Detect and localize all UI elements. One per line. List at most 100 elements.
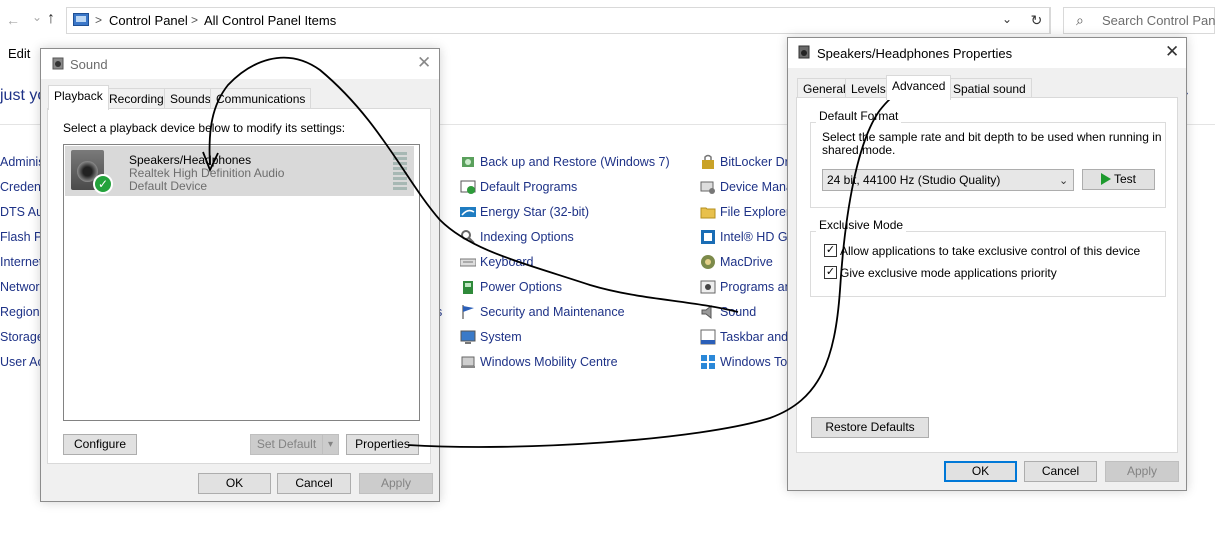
cp-item-default-programs[interactable]: Default Programs <box>460 179 577 195</box>
sound-titlebar[interactable]: Sound ✕ <box>41 49 439 79</box>
device-manager-icon <box>700 179 716 195</box>
tab-recording[interactable]: Recording <box>103 88 170 109</box>
menu-edit[interactable]: Edit <box>8 46 30 61</box>
search-input[interactable]: Search Control Panel <box>1102 13 1215 28</box>
cp-item-file-explorer[interactable]: File Explorer <box>700 204 790 220</box>
apply-button: Apply <box>359 473 433 494</box>
bitlocker-icon <box>700 154 716 170</box>
refresh-button[interactable]: ↻ <box>1024 7 1050 34</box>
programs-icon <box>700 279 716 295</box>
breadcrumb-all-items[interactable]: All Control Panel Items <box>204 13 336 28</box>
search-box[interactable]: ⌕ Search Control Panel <box>1063 7 1215 34</box>
cp-item-system[interactable]: System <box>460 329 522 345</box>
cp-item-label: Indexing Options <box>480 230 574 244</box>
cp-item-label: Device Mana <box>720 180 793 194</box>
exclusive-mode-legend: Exclusive Mode <box>816 218 907 232</box>
device-name: Speakers/Headphones <box>129 153 252 167</box>
cp-item-device-manager[interactable]: Device Mana <box>700 179 793 195</box>
playback-panel: Select a playback device below to modify… <box>47 108 431 464</box>
cp-item-storage[interactable]: Storage <box>0 330 44 344</box>
cancel-button[interactable]: Cancel <box>277 473 351 494</box>
cp-item-energy-star[interactable]: Energy Star (32-bit) <box>460 204 589 220</box>
cp-item-region[interactable]: Region <box>0 305 40 319</box>
cp-item-bitlocker[interactable]: BitLocker Dri <box>700 154 792 170</box>
cp-item-label: Intel® HD Gr <box>720 230 792 244</box>
cp-item-internet[interactable]: Internet <box>0 255 42 269</box>
cp-item-taskbar[interactable]: Taskbar and N <box>700 329 801 345</box>
tab-label: Communications <box>216 92 306 106</box>
cancel-button[interactable]: Cancel <box>1024 461 1097 482</box>
device-listbox[interactable]: ✓ Speakers/Headphones Realtek High Defin… <box>63 144 420 421</box>
advanced-panel: Default Format Select the sample rate an… <box>796 97 1178 453</box>
tab-communications[interactable]: Communications <box>210 88 312 109</box>
taskbar-icon <box>700 329 716 345</box>
tab-sounds[interactable]: Sounds <box>164 88 217 109</box>
backup-icon <box>460 154 476 170</box>
cp-item-indexing[interactable]: Indexing Options <box>460 229 574 245</box>
mobility-icon <box>460 354 476 370</box>
refresh-icon: ↻ <box>1030 12 1043 28</box>
cp-item-label: MacDrive <box>720 255 773 269</box>
cp-item-credential[interactable]: Creden <box>0 180 41 194</box>
tab-levels[interactable]: Levels <box>845 78 892 99</box>
cp-item-user-accounts[interactable]: User Ac <box>0 355 44 369</box>
cp-item-power-options[interactable]: Power Options <box>460 279 562 295</box>
cp-item-mobility-centre[interactable]: Windows Mobility Centre <box>460 354 618 370</box>
device-row-speakers[interactable]: ✓ Speakers/Headphones Realtek High Defin… <box>65 146 414 196</box>
close-icon[interactable]: ✕ <box>417 53 431 73</box>
button-label: Apply <box>380 476 412 490</box>
system-icon <box>460 329 476 345</box>
test-button[interactable]: Test <box>1082 169 1155 190</box>
sound-dialog: Sound ✕ Playback Recording Sounds Commun… <box>40 48 440 502</box>
cp-item-macdrive[interactable]: MacDrive <box>700 254 773 270</box>
ok-button[interactable]: OK <box>198 473 271 494</box>
default-format-description: Select the sample rate and bit depth to … <box>822 130 1162 157</box>
tab-general[interactable]: General <box>797 78 852 99</box>
close-icon[interactable]: ✕ <box>1165 42 1179 62</box>
breadcrumb-control-panel[interactable]: Control Panel <box>109 13 188 28</box>
tab-advanced[interactable]: Advanced <box>886 75 952 100</box>
props-titlebar[interactable]: Speakers/Headphones Properties ✕ <box>788 38 1186 68</box>
address-box[interactable]: > Control Panel > All Control Panel Item… <box>66 7 1051 34</box>
tab-spatial-sound[interactable]: Spatial sound <box>947 78 1032 99</box>
exclusive-mode-group <box>810 231 1166 297</box>
configure-button[interactable]: Configure <box>63 434 137 455</box>
tab-playback[interactable]: Playback <box>48 85 109 110</box>
default-device-check-icon: ✓ <box>93 174 113 194</box>
cp-item-programs[interactable]: Programs an <box>700 279 792 295</box>
properties-button[interactable]: Properties <box>346 434 419 455</box>
ok-button[interactable]: OK <box>944 461 1017 482</box>
cp-item-intel-hd[interactable]: Intel® HD Gr <box>700 229 792 245</box>
search-icon: ⌕ <box>1076 12 1084 28</box>
tab-label: Sounds <box>170 92 211 106</box>
apply-button: Apply <box>1105 461 1179 482</box>
button-label: Cancel <box>295 476 333 490</box>
cp-item-label: Programs an <box>720 280 792 294</box>
recent-dropdown-icon[interactable]: ⌄ <box>32 10 42 24</box>
address-dropdown-icon[interactable]: ⌄ <box>1002 12 1012 26</box>
exclusive-priority-label: Give exclusive mode applications priorit… <box>840 266 1057 280</box>
up-arrow-icon[interactable]: ↑ <box>47 10 55 28</box>
volume-level-meter <box>393 152 409 192</box>
cp-item-keyboard[interactable]: Keyboard <box>459 254 534 270</box>
button-label: Set Default <box>256 437 317 451</box>
cp-item-label: Power Options <box>480 280 562 294</box>
cp-item-admin[interactable]: Adminis <box>0 155 44 169</box>
exclusive-priority-checkbox[interactable]: ✓ <box>824 266 837 279</box>
back-arrow-icon[interactable]: ← <box>6 12 20 28</box>
cp-item-label: Windows To <box>720 355 788 369</box>
allow-exclusive-label: Allow applications to take exclusive con… <box>840 244 1141 258</box>
cp-item-windows-to-go[interactable]: Windows To <box>700 354 787 370</box>
button-label: Restore Defaults <box>825 420 915 434</box>
sample-rate-combo[interactable]: 24 bit, 44100 Hz (Studio Quality) ⌄ <box>822 169 1074 191</box>
cp-item-network[interactable]: Networ <box>0 280 40 294</box>
breadcrumb-separator: > <box>95 13 103 27</box>
cp-item-sound[interactable]: Sound <box>700 304 756 320</box>
tab-label: Levels <box>851 82 886 96</box>
cp-item-flash[interactable]: Flash Pl <box>0 230 45 244</box>
allow-exclusive-checkbox[interactable]: ✓ <box>824 244 837 257</box>
cp-item-security-maintenance[interactable]: Security and Maintenance <box>460 304 625 320</box>
playback-instruction: Select a playback device below to modify… <box>63 121 346 135</box>
cp-item-backup-restore[interactable]: Back up and Restore (Windows 7) <box>460 154 670 170</box>
restore-defaults-button[interactable]: Restore Defaults <box>811 417 929 438</box>
